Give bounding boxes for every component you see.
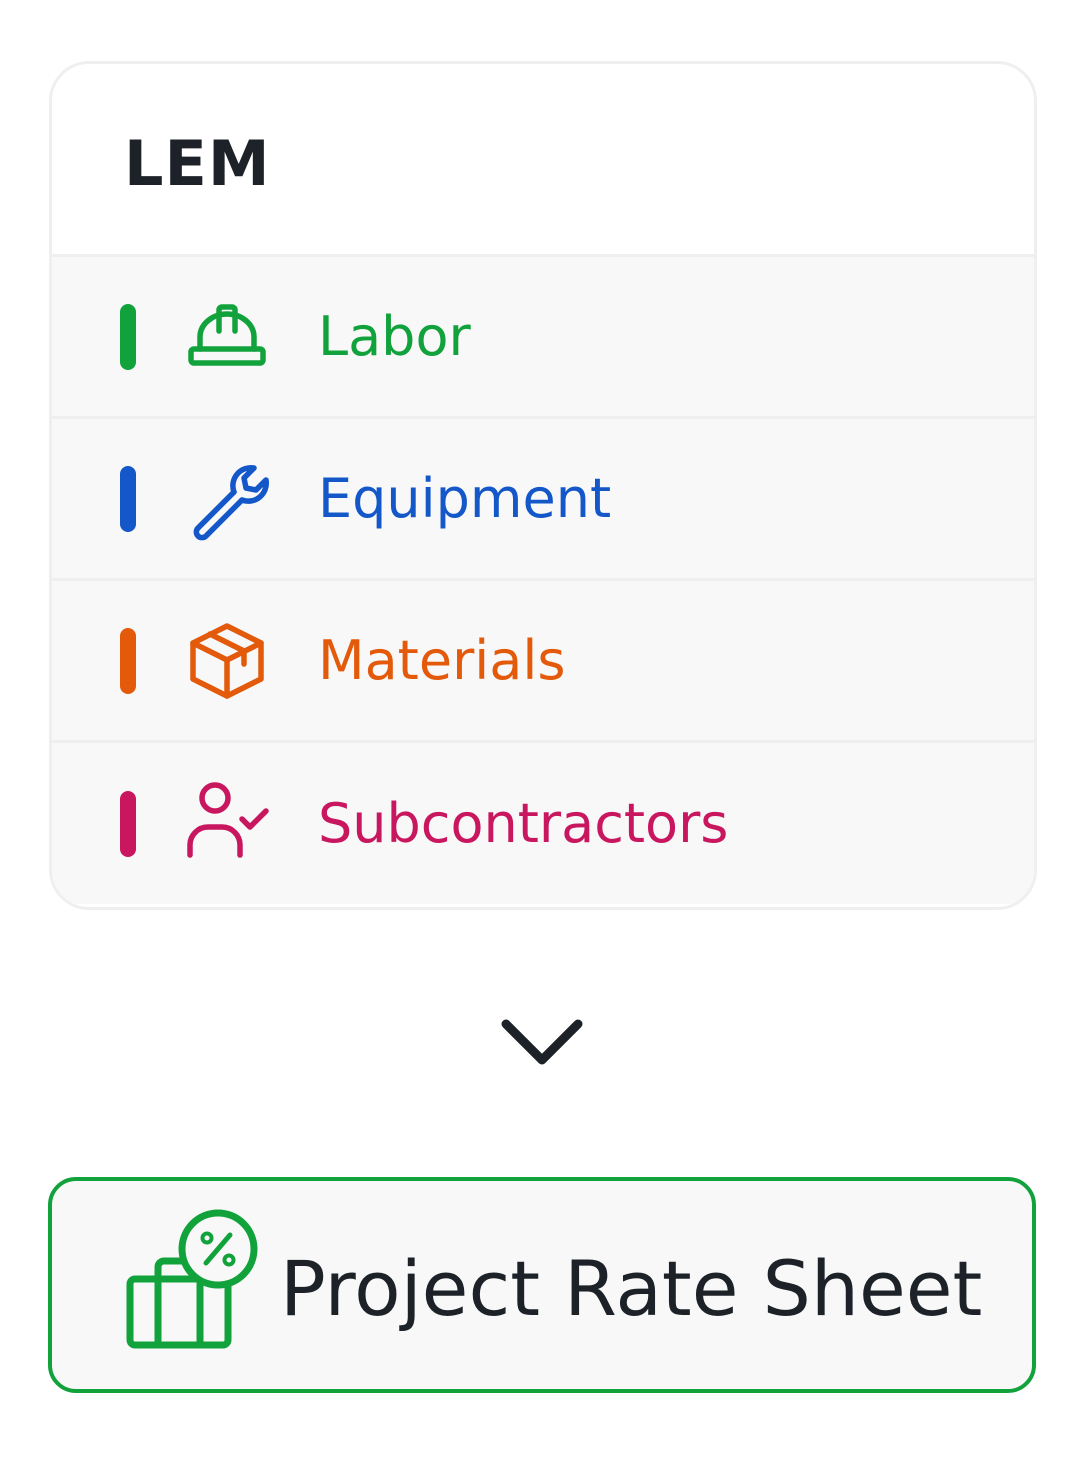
briefcase-percent-icon (122, 1205, 262, 1355)
materials-accent-bar (120, 627, 136, 694)
row-subcontractors[interactable]: Subcontractors (52, 743, 1034, 904)
row-equipment[interactable]: Equipment (52, 419, 1034, 581)
card-header: LEM (52, 64, 1034, 257)
row-labor[interactable]: Labor (52, 257, 1034, 419)
equipment-accent-bar (120, 465, 136, 532)
lem-card: LEM Labor Equipment Materials Subcontrac… (49, 61, 1037, 910)
user-check-icon (182, 779, 272, 869)
project-rate-sheet-label: Project Rate Sheet (280, 1244, 983, 1333)
row-materials[interactable]: Materials (52, 581, 1034, 743)
subcontractors-label: Subcontractors (318, 791, 729, 855)
chevron-down-icon[interactable] (492, 1008, 592, 1078)
subcontractors-accent-bar (120, 790, 136, 857)
box-icon (182, 616, 272, 706)
hard-hat-icon (182, 292, 272, 382)
equipment-label: Equipment (318, 466, 612, 530)
card-title: LEM (124, 127, 271, 200)
materials-label: Materials (318, 628, 566, 692)
labor-label: Labor (318, 304, 471, 368)
wrench-icon (182, 454, 272, 544)
project-rate-sheet-button[interactable]: Project Rate Sheet (48, 1177, 1036, 1393)
labor-accent-bar (120, 303, 136, 370)
